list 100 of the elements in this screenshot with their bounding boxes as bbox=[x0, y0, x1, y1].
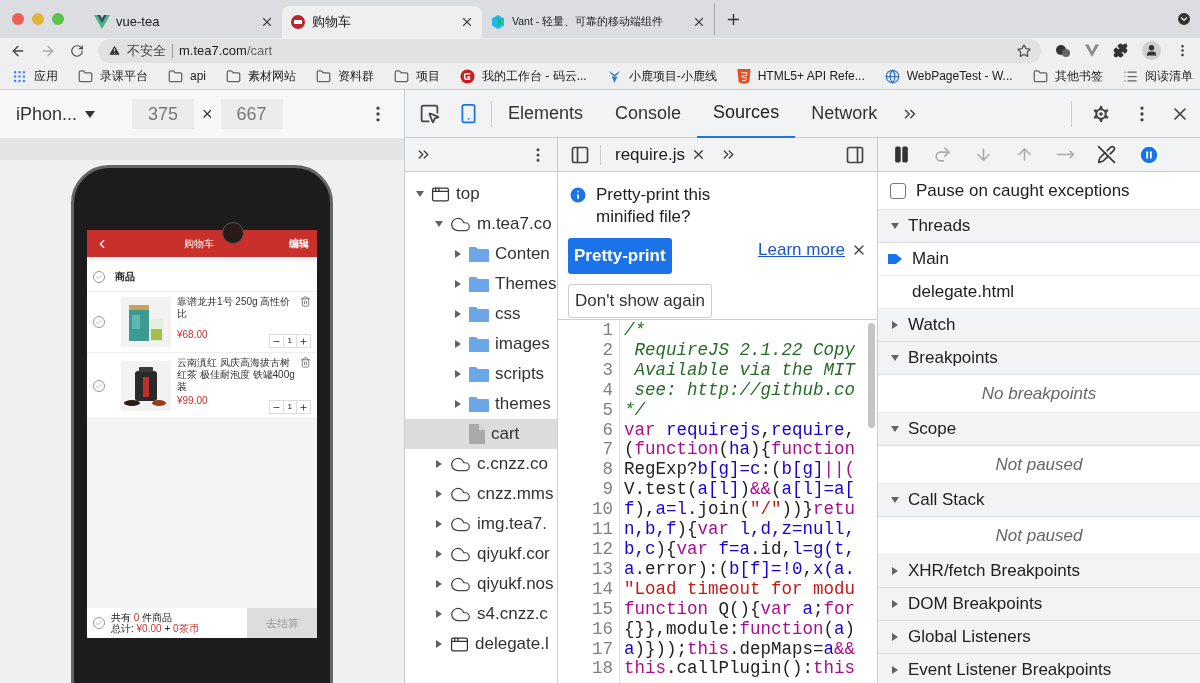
tree-item[interactable]: img.tea7. bbox=[405, 509, 557, 539]
dont-show-again-button[interactable]: Don't show again bbox=[568, 284, 712, 318]
tree-item[interactable]: Themes bbox=[405, 269, 557, 299]
section-header[interactable]: DOM Breakpoints bbox=[878, 588, 1200, 621]
checkbox[interactable] bbox=[890, 182, 906, 199]
expanded-triangle-icon[interactable] bbox=[890, 221, 900, 231]
expanded-triangle-icon[interactable] bbox=[890, 424, 900, 434]
close-icon[interactable] bbox=[692, 15, 706, 29]
toggle-navigator-icon[interactable] bbox=[570, 144, 590, 165]
section-header[interactable]: Breakpoints bbox=[878, 342, 1200, 375]
collapsed-triangle-icon[interactable] bbox=[434, 519, 444, 529]
scrollbar-thumb[interactable] bbox=[868, 323, 875, 428]
section-header[interactable]: XHR/fetch Breakpoints bbox=[878, 555, 1200, 588]
expanded-triangle-icon[interactable] bbox=[415, 189, 425, 199]
section-header[interactable]: Threads bbox=[878, 210, 1200, 243]
profile-icon[interactable] bbox=[1142, 41, 1161, 60]
bookmark[interactable]: 资料群 bbox=[316, 67, 374, 85]
edit-link[interactable]: 编辑 bbox=[289, 236, 309, 251]
thread-item[interactable]: Main bbox=[878, 243, 1200, 276]
collapsed-triangle-icon[interactable] bbox=[890, 566, 900, 576]
address-bar[interactable]: 不安全 m.tea7.com/cart bbox=[98, 38, 1041, 63]
quantity-stepper[interactable]: 1 bbox=[268, 400, 311, 414]
tree-item[interactable]: Conten bbox=[405, 239, 557, 269]
tab-search-icon[interactable] bbox=[1176, 11, 1192, 27]
tree-item[interactable]: scripts bbox=[405, 359, 557, 389]
tree-item[interactable]: qiyukf.cor bbox=[405, 539, 557, 569]
tree-item[interactable]: s4.cnzz.c bbox=[405, 599, 557, 629]
collapsed-triangle-icon[interactable] bbox=[453, 249, 463, 259]
select-checkbox[interactable] bbox=[93, 270, 105, 283]
close-icon[interactable] bbox=[460, 15, 474, 29]
tree-item[interactable]: themes bbox=[405, 389, 557, 419]
collapsed-triangle-icon[interactable] bbox=[434, 639, 444, 649]
close-icon[interactable] bbox=[260, 15, 274, 29]
collapsed-triangle-icon[interactable] bbox=[890, 632, 900, 642]
collapsed-triangle-icon[interactable] bbox=[453, 369, 463, 379]
reload-icon[interactable] bbox=[70, 43, 84, 58]
bookmark[interactable]: HTML5+ API Refe... bbox=[736, 67, 865, 85]
select-checkbox[interactable] bbox=[93, 316, 105, 328]
inspect-icon[interactable] bbox=[419, 103, 440, 124]
deactivate-breakpoints-icon[interactable] bbox=[1097, 145, 1116, 164]
device-toggle-icon[interactable] bbox=[458, 103, 479, 124]
collapsed-triangle-icon[interactable] bbox=[890, 599, 900, 609]
bookmark[interactable]: 录课平台 bbox=[78, 67, 148, 85]
height-field[interactable]: 667 bbox=[220, 99, 283, 129]
bookmark[interactable]: 其他书签 bbox=[1032, 67, 1103, 85]
browser-tab[interactable]: Vant - 轻量、可靠的移动端组件 bbox=[482, 6, 714, 38]
learn-more-link[interactable]: Learn more bbox=[758, 237, 845, 263]
collapsed-triangle-icon[interactable] bbox=[434, 579, 444, 589]
collapsed-triangle-icon[interactable] bbox=[890, 320, 900, 330]
collapsed-triangle-icon[interactable] bbox=[453, 309, 463, 319]
delete-icon[interactable] bbox=[300, 357, 311, 368]
browser-tab[interactable]: 购物车 bbox=[282, 6, 482, 38]
collapsed-triangle-icon[interactable] bbox=[453, 339, 463, 349]
plus-icon[interactable] bbox=[299, 336, 308, 346]
devtools-tab[interactable]: Network bbox=[795, 89, 894, 138]
bookmark[interactable]: 应用 bbox=[12, 67, 58, 85]
bookmark-star-icon[interactable] bbox=[1017, 43, 1031, 58]
delete-icon[interactable] bbox=[300, 296, 311, 307]
section-header[interactable]: Call Stack bbox=[878, 484, 1200, 517]
quantity-stepper[interactable]: 1 bbox=[268, 334, 311, 348]
expanded-triangle-icon[interactable] bbox=[890, 353, 900, 363]
devtools-tab[interactable]: Elements bbox=[492, 89, 600, 138]
bookmark[interactable]: 我的工作台 - 码云... bbox=[460, 67, 587, 85]
pause-on-exceptions-icon[interactable] bbox=[1138, 143, 1160, 166]
collapsed-triangle-icon[interactable] bbox=[453, 399, 463, 409]
devtools-tab[interactable]: Console bbox=[599, 89, 698, 138]
toggle-debugger-icon[interactable] bbox=[845, 144, 865, 165]
bookmark[interactable]: 素材网站 bbox=[226, 67, 296, 85]
select-checkbox[interactable] bbox=[93, 617, 105, 629]
tree-item[interactable]: cart bbox=[405, 419, 557, 449]
v-extension-icon[interactable] bbox=[1085, 44, 1099, 57]
tree-item[interactable]: css bbox=[405, 299, 557, 329]
bookmark[interactable]: api bbox=[168, 67, 206, 85]
section-header[interactable]: Event Listener Breakpoints bbox=[878, 654, 1200, 683]
width-field[interactable]: 375 bbox=[132, 99, 194, 129]
bookmark[interactable]: 阅读清单 bbox=[1122, 67, 1193, 85]
settings-icon[interactable] bbox=[1090, 102, 1112, 125]
tree-item[interactable]: delegate.l bbox=[405, 629, 557, 659]
collapsed-triangle-icon[interactable] bbox=[890, 665, 900, 675]
plus-icon[interactable] bbox=[299, 402, 308, 412]
extension-icon[interactable] bbox=[1055, 43, 1071, 58]
device-dropdown[interactable]: iPhon... bbox=[16, 100, 124, 128]
select-checkbox[interactable] bbox=[93, 379, 105, 392]
tree-item[interactable]: cnzz.mms bbox=[405, 479, 557, 509]
browser-tab[interactable]: vue-tea bbox=[86, 6, 282, 38]
extensions-icon[interactable] bbox=[1113, 43, 1128, 58]
expanded-triangle-icon[interactable] bbox=[434, 219, 444, 229]
bookmark[interactable]: 小鹿项目-小鹿线 bbox=[606, 67, 717, 85]
tree-item[interactable]: qiyukf.nos bbox=[405, 569, 557, 599]
pretty-print-button[interactable]: Pretty-print bbox=[568, 238, 672, 274]
collapsed-triangle-icon[interactable] bbox=[434, 489, 444, 499]
tree-item[interactable]: top bbox=[405, 179, 557, 209]
bookmark[interactable]: WebPageTest - W... bbox=[884, 67, 1013, 85]
collapsed-triangle-icon[interactable] bbox=[453, 279, 463, 289]
section-header[interactable]: Global Listeners bbox=[878, 621, 1200, 654]
pause-icon[interactable] bbox=[892, 145, 911, 164]
bookmark[interactable]: 项目 bbox=[394, 67, 440, 85]
section-header[interactable]: Watch bbox=[878, 309, 1200, 342]
section-header[interactable]: Scope bbox=[878, 413, 1200, 446]
tree-item[interactable]: images bbox=[405, 329, 557, 359]
